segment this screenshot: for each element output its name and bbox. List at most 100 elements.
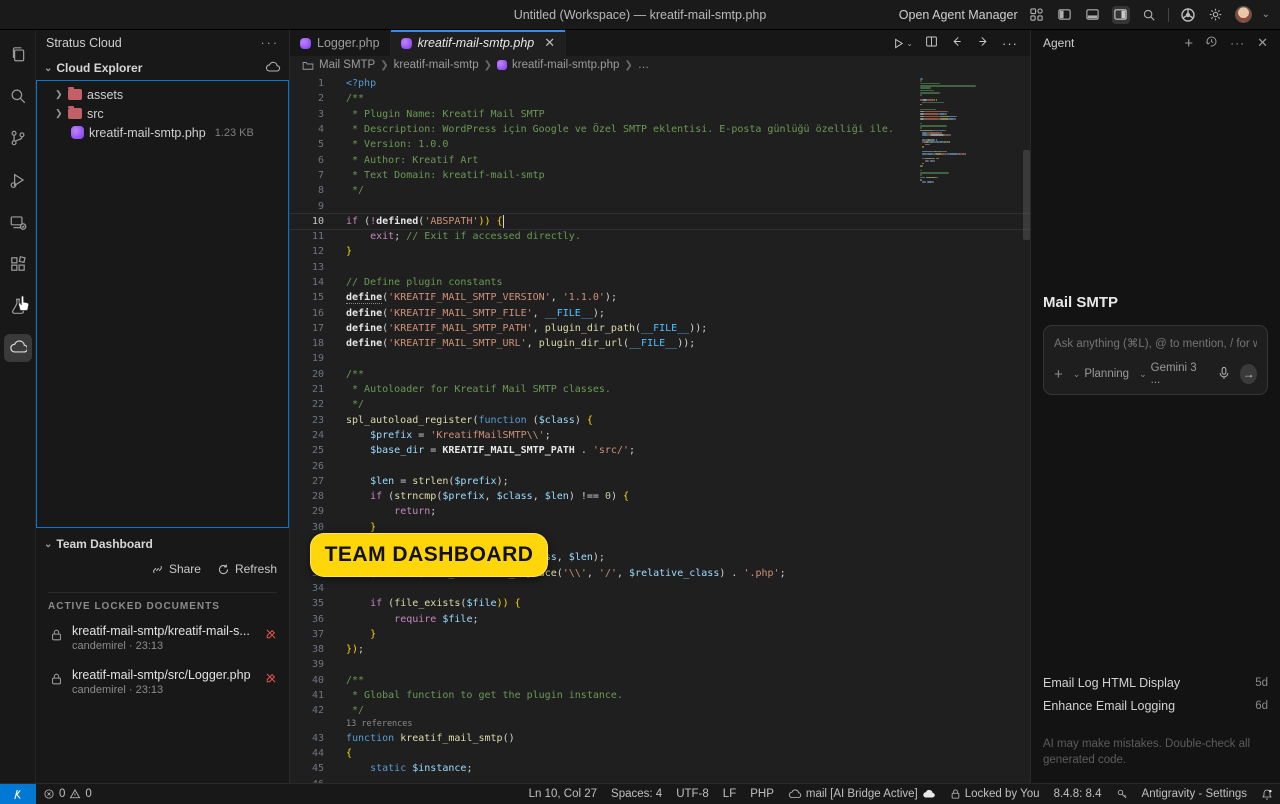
code-line-9[interactable]: 9 — [290, 198, 1030, 213]
split-editor-icon[interactable] — [925, 35, 938, 51]
code-line-46[interactable]: 46 — [290, 776, 1030, 784]
run-button[interactable]: ⌄ — [892, 37, 913, 50]
code-line-41[interactable]: 41 * Global function to get the plugin i… — [290, 688, 1030, 703]
code-line-15[interactable]: 15 define('KREATIF_MAIL_SMTP_VERSION', '1… — [290, 290, 1030, 305]
code-line-14[interactable]: 14// Define plugin constants — [290, 275, 1030, 290]
new-chat-icon[interactable]: + — [1184, 35, 1193, 52]
layout-customize-icon[interactable] — [1028, 6, 1046, 24]
breadcrumb-item[interactable]: kreatif-mail-smtp — [394, 59, 479, 71]
code-line-37[interactable]: 37 } — [290, 627, 1030, 642]
agent-input-placeholder[interactable]: Ask anything (⌘L), @ to mention, / for w… — [1054, 336, 1257, 350]
code-line-11[interactable]: 11 exit; // Exit if accessed directly. — [290, 229, 1030, 244]
share-button[interactable]: Share — [151, 562, 201, 576]
agent-input-box[interactable]: Ask anything (⌘L), @ to mention, / for w… — [1043, 325, 1268, 395]
code-line-39[interactable]: 39 — [290, 657, 1030, 672]
code-line-3[interactable]: 3 * Plugin Name: Kreatif Mail SMTP — [290, 107, 1030, 122]
editor-tab-kreatif-mail-smtp.php[interactable]: kreatif-mail-smtp.php ✕ — [390, 30, 567, 56]
code-line-18[interactable]: 18 define('KREATIF_MAIL_SMTP_URL', plugin… — [290, 336, 1030, 351]
php-version[interactable]: 8.4.8: 8.4 — [1047, 788, 1109, 800]
cloud-explorer-section-header[interactable]: ⌄ Cloud Explorer — [36, 56, 289, 80]
code-line-21[interactable]: 21 * Autoloader for Kreatif Mail SMTP cl… — [290, 382, 1030, 397]
browser-logo-icon[interactable] — [1179, 6, 1197, 24]
breadcrumb-item[interactable]: Mail SMTP — [319, 59, 375, 71]
activity-bar-source-control-icon[interactable] — [4, 124, 32, 152]
codelens-references[interactable]: 13 references — [290, 718, 1030, 730]
code-line-20[interactable]: 20/** — [290, 367, 1030, 382]
code-line-5[interactable]: 5 * Version: 1.0.0 — [290, 137, 1030, 152]
language-mode[interactable]: PHP — [743, 788, 781, 800]
gear-icon[interactable] — [1207, 6, 1225, 24]
close-tab-icon[interactable]: ✕ — [544, 35, 555, 51]
locked-document-item[interactable]: kreatif-mail-smtp/src/Logger.php candemir… — [36, 660, 289, 704]
code-line-24[interactable]: 24 $prefix = 'KreatifMailSMTP\\'; — [290, 428, 1030, 443]
agent-history-item[interactable]: Enhance Email Logging 6d — [1043, 695, 1268, 718]
activity-bar-search-icon[interactable] — [4, 82, 32, 110]
attach-icon[interactable]: + — [1054, 366, 1063, 383]
problems-indicator[interactable]: 0 0 — [36, 788, 99, 800]
code-line-1[interactable]: 1 <?php — [290, 76, 1030, 91]
tree-item-src[interactable]: ❯ src — [37, 104, 288, 123]
send-button[interactable]: → — [1240, 364, 1257, 384]
code-line-4[interactable]: 4 * Description: WordPress için Google v… — [290, 122, 1030, 137]
tree-item-assets[interactable]: ❯ assets — [37, 85, 288, 104]
history-icon[interactable] — [1205, 35, 1218, 51]
more-actions-icon[interactable]: ··· — [261, 36, 280, 50]
lock-status[interactable]: Locked by You — [943, 788, 1047, 800]
code-line-17[interactable]: 17 define('KREATIF_MAIL_SMTP_PATH', plugi… — [290, 321, 1030, 336]
breadcrumb-item[interactable]: kreatif-mail-smtp.php — [512, 59, 619, 71]
agent-history-item[interactable]: Email Log HTML Display 5d — [1043, 672, 1268, 695]
code-line-40[interactable]: 40/** — [290, 673, 1030, 688]
locked-document-item[interactable]: kreatif-mail-smtp/kreatif-mail-s... cande… — [36, 616, 289, 660]
code-editor[interactable]: 1 <?php 2/** 3 * Plugin Name: Kreatif Mail … — [290, 74, 1030, 783]
code-line-23[interactable]: 23 spl_autoload_register(function ($class… — [290, 413, 1030, 428]
search-icon[interactable] — [1140, 6, 1158, 24]
remote-indicator[interactable] — [0, 783, 36, 804]
activity-bar-cloud-icon[interactable] — [3, 334, 32, 362]
eol[interactable]: LF — [716, 788, 743, 800]
editor-tab-Logger.php[interactable]: Logger.php — [290, 30, 391, 56]
model-select[interactable]: ⌄ Gemini 3 ... — [1139, 362, 1198, 386]
code-line-22[interactable]: 22 */ — [290, 397, 1030, 412]
close-icon[interactable]: ✕ — [1257, 35, 1268, 51]
code-line-38[interactable]: 38}); — [290, 642, 1030, 657]
indentation[interactable]: Spaces: 4 — [604, 788, 669, 800]
code-line-16[interactable]: 16 define('KREATIF_MAIL_SMTP_FILE', __FIL… — [290, 305, 1030, 320]
settings-status[interactable]: Antigravity - Settings — [1135, 788, 1254, 800]
more-actions-icon[interactable]: ··· — [1002, 36, 1018, 51]
code-line-34[interactable]: 34 — [290, 581, 1030, 596]
activity-bar-extensions-icon[interactable] — [4, 250, 32, 278]
code-line-6[interactable]: 6 * Author: Kreatif Art — [290, 152, 1030, 167]
toggle-right-panel-icon[interactable] — [1111, 5, 1130, 24]
chevron-down-icon[interactable]: ⌄ — [1262, 9, 1270, 20]
code-line-2[interactable]: 2/** — [290, 91, 1030, 106]
activity-bar-explorer-icon[interactable] — [4, 40, 32, 68]
code-line-42[interactable]: 42 */ — [290, 703, 1030, 718]
encoding[interactable]: UTF-8 — [669, 788, 716, 800]
code-line-12[interactable]: 12} — [290, 244, 1030, 259]
code-line-8[interactable]: 8 */ — [290, 183, 1030, 198]
scrollbar-handle[interactable] — [1023, 150, 1030, 240]
more-actions-icon[interactable]: ··· — [1230, 36, 1245, 50]
toggle-bottom-panel-icon[interactable] — [1084, 6, 1102, 24]
microphone-icon[interactable] — [1218, 366, 1230, 383]
code-line-7[interactable]: 7 * Text Domain: kreatif-mail-smtp — [290, 168, 1030, 183]
code-line-36[interactable]: 36 require $file; — [290, 611, 1030, 626]
breadcrumb-item[interactable]: … — [638, 59, 650, 71]
code-line-29[interactable]: 29 return; — [290, 504, 1030, 519]
minimap[interactable] — [920, 78, 1020, 318]
navigate-forward-icon[interactable] — [976, 35, 990, 51]
code-line-19[interactable]: 19 — [290, 351, 1030, 366]
cursor-position[interactable]: Ln 10, Col 27 — [522, 788, 604, 800]
open-agent-manager-button[interactable]: Open Agent Manager — [899, 8, 1018, 22]
notifications-bell-icon[interactable] — [1254, 788, 1280, 801]
cloud-icon[interactable] — [265, 61, 281, 76]
breadcrumb[interactable]: Mail SMTP ❯ kreatif-mail-smtp ❯ kreatif-mail… — [290, 56, 1030, 74]
code-line-26[interactable]: 26 — [290, 458, 1030, 473]
code-line-27[interactable]: 27 $len = strlen($prefix); — [290, 474, 1030, 489]
code-line-28[interactable]: 28 if (strncmp($prefix, $class, $len) !=… — [290, 489, 1030, 504]
navigate-back-icon[interactable] — [950, 35, 964, 51]
user-avatar[interactable] — [1234, 6, 1252, 23]
mode-select[interactable]: ⌄ Planning — [1073, 368, 1129, 380]
code-line-35[interactable]: 35 if (file_exists($file)) { — [290, 596, 1030, 611]
team-dashboard-section-header[interactable]: ⌄ Team Dashboard — [36, 532, 289, 556]
